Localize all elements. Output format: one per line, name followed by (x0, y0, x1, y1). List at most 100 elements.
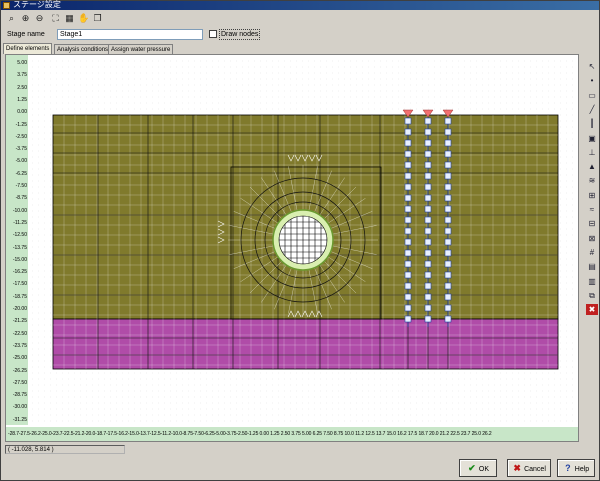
pile-node (444, 238, 452, 246)
y-tick-label: 3.75 (17, 72, 27, 79)
beam-icon[interactable]: ┃ (586, 118, 598, 129)
mesh-plot[interactable] (28, 55, 579, 425)
pile-node (424, 172, 432, 180)
y-tick-label: -2.50 (15, 133, 27, 140)
pile-node (444, 128, 452, 136)
title-bar: ステージ設定 (1, 0, 599, 10)
ok-label: OK (478, 466, 490, 473)
pile-node (444, 194, 452, 202)
pile-node (424, 271, 432, 279)
pile-node (424, 282, 432, 290)
pile-node (444, 282, 452, 290)
y-tick-label: -6.25 (15, 170, 27, 177)
y-tick-label: -8.75 (15, 195, 27, 202)
pile-node (404, 117, 412, 125)
node-icon[interactable]: • (586, 75, 598, 86)
y-tick-label: 2.50 (17, 84, 27, 91)
x-icon: ✖ (513, 463, 521, 473)
pile-node (444, 216, 452, 224)
draw-nodes-checkbox[interactable] (209, 30, 217, 38)
y-tick-label: -30.00 (12, 404, 27, 411)
pile-node (424, 161, 432, 169)
tab-define-elements[interactable]: Define elements (3, 43, 53, 54)
pan-hand-icon[interactable]: ✋ (77, 11, 90, 24)
line-icon[interactable]: ╱ (586, 104, 598, 115)
draw-nodes-label[interactable]: Draw nodes (219, 29, 261, 40)
tab-assign-water-pressure[interactable]: Assign water pressure (108, 44, 174, 54)
zoom-in-icon[interactable]: ⊕ (19, 11, 32, 24)
element-icon[interactable]: ▭ (586, 90, 598, 101)
copy-element-icon[interactable]: ⧉ (586, 290, 598, 301)
y-tick-label: -17.50 (12, 281, 27, 288)
y-axis-ruler: 5.00 3.75 2.50 1.25 0.00 -1.25 -2.50 -3.75 -5.00… (6, 55, 28, 425)
y-tick-label: -12.50 (12, 232, 27, 239)
pile-node (404, 216, 412, 224)
pile-node (424, 238, 432, 246)
pile-node (404, 260, 412, 268)
pile-node (424, 260, 432, 268)
joint-icon[interactable]: ⊞ (586, 190, 598, 201)
pile-node (404, 139, 412, 147)
grid-icon[interactable]: ▦ (63, 11, 76, 24)
split-icon[interactable]: ⊟ (586, 218, 598, 229)
y-tick-label: -21.25 (12, 318, 27, 325)
y-tick-label: -10.00 (12, 207, 27, 214)
y-tick-label: -27.50 (12, 379, 27, 386)
pile-node (444, 315, 452, 323)
help-icon: ? (565, 463, 571, 473)
app-icon (3, 2, 10, 9)
window-title: ステージ設定 (13, 0, 61, 9)
water-icon[interactable]: ≈ (586, 204, 598, 215)
spring-icon[interactable]: ≋ (586, 175, 598, 186)
y-tick-label: -20.00 (12, 306, 27, 312)
pile-node (404, 238, 412, 246)
copy-icon[interactable]: ❐ (91, 11, 104, 24)
zoom-out-icon[interactable]: ⊖ (33, 11, 46, 24)
cursor-coordinates: ( -11.028, 5.814 ) (5, 445, 125, 454)
check-icon: ✔ (468, 463, 476, 473)
ok-button[interactable]: ✔ OK (459, 459, 497, 477)
pile-node (444, 293, 452, 301)
select-icon[interactable]: ↖ (586, 61, 598, 72)
pile-node (404, 293, 412, 301)
y-tick-label: -25.00 (12, 355, 27, 362)
pile-node (404, 183, 412, 191)
pile-node (444, 172, 452, 180)
mesh-canvas[interactable]: 5.00 3.75 2.50 1.25 0.00 -1.25 -2.50 -3.75 -5.00… (5, 54, 579, 442)
cancel-label: Cancel (524, 466, 546, 473)
delete-icon[interactable]: ✖ (586, 304, 598, 316)
y-tick-label: -5.00 (15, 158, 27, 165)
pile-node (424, 194, 432, 202)
x-axis-ruler: -28.7-27.5-26.2-25.0-23.7-22.5-21.2-20.0… (6, 427, 578, 441)
material-icon[interactable]: ▤ (586, 261, 598, 272)
pile-node (424, 293, 432, 301)
pile-node (404, 194, 412, 202)
layer-icon[interactable]: ▥ (586, 276, 598, 287)
load-icon[interactable]: ▲ (586, 161, 598, 172)
y-tick-label: -28.75 (12, 392, 27, 399)
pile-node (424, 227, 432, 235)
merge-icon[interactable]: ⊠ (586, 233, 598, 244)
help-label: Help (574, 466, 590, 473)
zoom-window-icon[interactable]: ⌕ (5, 11, 18, 24)
y-tick-label: -18.75 (12, 293, 27, 300)
stage-name-bar: Stage name Draw nodes (3, 28, 599, 42)
pile-node (444, 183, 452, 191)
support-icon[interactable]: ⊥ (586, 147, 598, 158)
pile-node (404, 172, 412, 180)
y-tick-label: -1.25 (15, 121, 27, 128)
pile-node (404, 304, 412, 312)
stage-name-input[interactable] (57, 29, 203, 40)
cancel-button[interactable]: ✖ Cancel (507, 459, 551, 477)
stage-name-label: Stage name (7, 31, 45, 38)
fit-icon[interactable]: ⛶ (49, 11, 62, 24)
pile-node (404, 161, 412, 169)
y-tick-label: -23.75 (12, 342, 27, 349)
tab-analysis-conditions[interactable]: Analysis conditions (54, 44, 112, 54)
y-tick-label: -3.75 (15, 146, 27, 153)
renumber-icon[interactable]: # (586, 247, 598, 258)
pile-node (424, 139, 432, 147)
x-axis-tick-labels: -28.7-27.5-26.2-25.0-23.7-22.5-21.2-20.0… (8, 431, 492, 437)
box-icon[interactable]: ▣ (586, 133, 598, 144)
help-button[interactable]: ? Help (557, 459, 595, 477)
